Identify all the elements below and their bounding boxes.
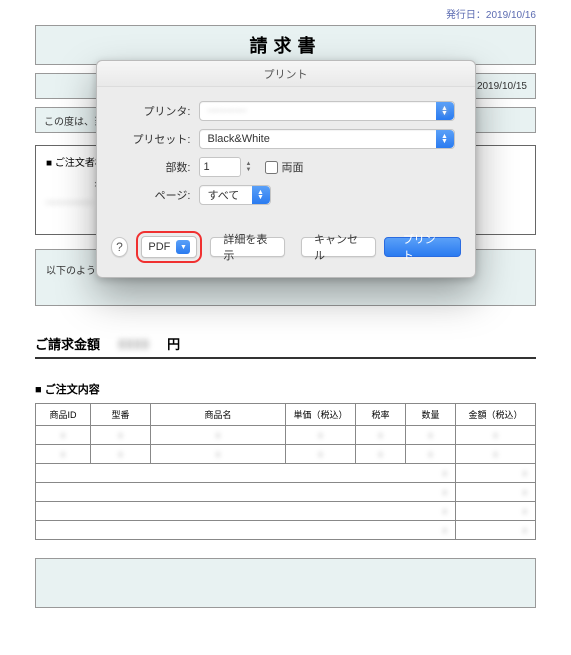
preset-value: Black&White <box>208 133 270 145</box>
duplex-label: 両面 <box>282 159 304 175</box>
table-row: xx <box>36 483 536 502</box>
pages-select[interactable]: すべて ▲▼ <box>199 185 271 205</box>
th-amount: 金額（税込） <box>456 404 536 426</box>
table-row: xx <box>36 502 536 521</box>
pages-label: ページ: <box>107 187 199 203</box>
document-title: 請求書 <box>35 25 536 65</box>
th-tax: 税率 <box>356 404 406 426</box>
pdf-highlight: PDF ▼ <box>136 231 202 263</box>
print-button[interactable]: プリント <box>384 237 461 257</box>
amount-value: 0000 <box>118 336 149 352</box>
th-id: 商品ID <box>36 404 91 426</box>
preset-select[interactable]: Black&White ▲▼ <box>199 129 455 149</box>
amount-label: ご請求金額 <box>35 334 100 353</box>
help-icon: ? <box>116 240 123 254</box>
chevron-down-icon: ▼ <box>176 240 190 254</box>
printer-select[interactable]: ───── ▲▼ <box>199 101 455 121</box>
pages-value: すべて <box>208 187 240 203</box>
table-row: xxxxxxx <box>36 445 536 464</box>
table-header-row: 商品ID 型番 商品名 単価（税込） 税率 数量 金額（税込） <box>36 404 536 426</box>
table-row: xx <box>36 464 536 483</box>
table-row: xx <box>36 521 536 540</box>
printer-label: プリンタ: <box>107 103 199 119</box>
th-name: 商品名 <box>151 404 286 426</box>
cancel-button[interactable]: キャンセル <box>301 237 376 257</box>
help-button[interactable]: ? <box>111 237 129 257</box>
show-details-button[interactable]: 詳細を表示 <box>210 237 285 257</box>
th-qty: 数量 <box>406 404 456 426</box>
chevron-updown-icon: ▲▼ <box>436 130 454 148</box>
order-title: ■ ご注文内容 <box>35 381 536 397</box>
amount-row: ご請求金額 0000 円 <box>35 334 536 359</box>
copies-stepper[interactable]: ▲▼ <box>243 157 255 177</box>
th-model: 型番 <box>91 404 151 426</box>
th-price: 単価（税込） <box>286 404 356 426</box>
amount-unit: 円 <box>167 334 180 353</box>
duplex-checkbox[interactable] <box>265 161 278 174</box>
dialog-title: プリント <box>97 61 475 87</box>
order-table: 商品ID 型番 商品名 単価（税込） 税率 数量 金額（税込） xxxxxxx … <box>35 403 536 540</box>
preset-label: プリセット: <box>107 131 199 147</box>
copies-label: 部数: <box>107 159 199 175</box>
pdf-label: PDF <box>148 241 170 253</box>
date-right: 2019/10/15 <box>477 81 527 92</box>
issue-date: 発行日：2019/10/16 <box>35 0 536 25</box>
table-row: xxxxxxx <box>36 426 536 445</box>
pdf-menu-button[interactable]: PDF ▼ <box>141 236 197 258</box>
chevron-updown-icon: ▲▼ <box>436 102 454 120</box>
copies-input[interactable]: 1 <box>199 157 241 177</box>
print-dialog: プリント プリンタ: ───── ▲▼ プリセット: Black&White ▲… <box>96 60 476 278</box>
chevron-updown-icon: ▲▼ <box>252 186 270 204</box>
footer-box <box>35 558 536 608</box>
